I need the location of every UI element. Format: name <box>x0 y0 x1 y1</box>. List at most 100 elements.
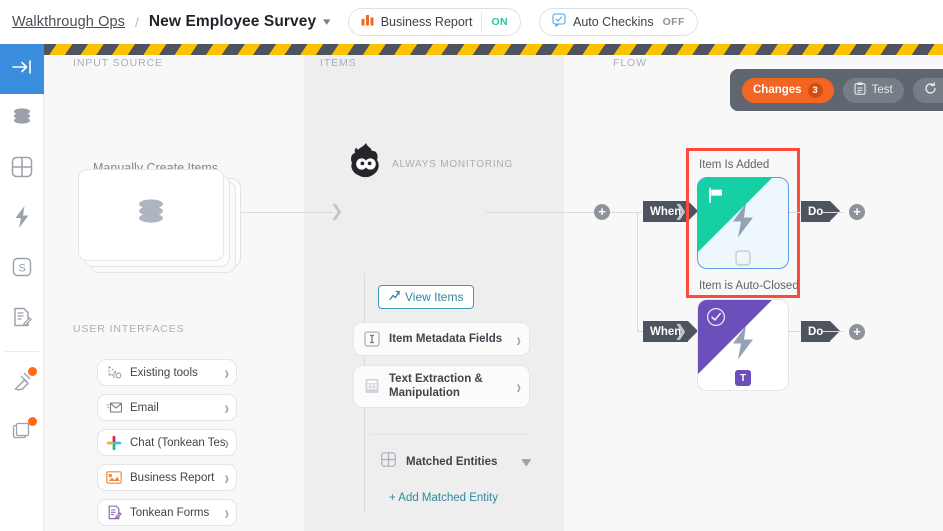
trend-line-icon <box>389 290 400 304</box>
add-action-button-1[interactable]: + <box>849 204 865 220</box>
connector-line <box>822 212 844 213</box>
ui-row-label: Email <box>130 401 159 414</box>
connector-branch-spine <box>637 212 638 332</box>
connector-line <box>241 212 333 213</box>
chevron-right-icon[interactable]: › <box>225 501 229 524</box>
bar-chart-icon <box>361 13 374 31</box>
pill-label: Business Report <box>380 15 473 29</box>
tonkean-mascot-icon <box>349 143 383 181</box>
row-label: Item Metadata Fields <box>389 332 503 345</box>
checkbox-chat-icon <box>552 12 566 32</box>
test-label: Test <box>871 84 893 96</box>
app-root: Walkthrough Ops / New Employee Survey ▾ … <box>0 0 943 531</box>
text-field-icon <box>364 331 380 347</box>
ui-row-tonkean-forms[interactable]: Tonkean Forms › <box>97 499 237 526</box>
add-action-button-2[interactable]: + <box>849 324 865 340</box>
connector-line <box>789 331 801 332</box>
status-badge: OFF <box>662 16 685 28</box>
chevron-right-icon[interactable]: › <box>517 328 521 351</box>
connector-line <box>789 212 801 213</box>
flow-card-item-is-added[interactable] <box>697 177 789 269</box>
changes-count-badge: 3 <box>807 82 823 98</box>
breadcrumb-root-link[interactable]: Walkthrough Ops <box>12 14 125 30</box>
sidebar-item-automation[interactable] <box>0 194 44 244</box>
breadcrumb: Walkthrough Ops / New Employee Survey ▾ <box>12 13 331 31</box>
matched-entities-label: Matched Entities <box>406 456 498 468</box>
clipboard-icon <box>854 82 866 98</box>
database-icon <box>133 195 169 236</box>
pill-auto-checkins[interactable]: Auto Checkins OFF <box>539 8 698 36</box>
sidebar-item-solutions[interactable]: S <box>0 244 44 294</box>
email-icon <box>106 400 122 416</box>
flag-icon <box>708 187 725 209</box>
chevron-down-icon[interactable]: ▾ <box>522 454 531 470</box>
flow-card-label-1: Item Is Added <box>699 159 770 171</box>
flow-card-item-is-auto-closed[interactable]: T <box>697 299 789 391</box>
hazard-stripe-banner <box>44 44 943 55</box>
notification-dot <box>27 367 37 376</box>
calculator-icon <box>364 378 380 394</box>
view-items-button[interactable]: View Items <box>378 285 475 309</box>
pill-business-report[interactable]: Business Report ON <box>347 8 521 36</box>
row-text-extraction[interactable]: Text Extraction & Manipulation › <box>353 365 530 408</box>
arrow-head-icon: ❯ <box>330 203 344 220</box>
refresh-icon <box>924 82 937 98</box>
tonkean-t-badge: T <box>735 370 751 386</box>
chevron-right-icon[interactable]: › <box>225 431 229 454</box>
sidebar-item-data-sources[interactable] <box>0 94 44 144</box>
chevron-down-icon[interactable]: ▾ <box>323 16 330 28</box>
row-item-metadata-fields[interactable]: Item Metadata Fields › <box>353 322 530 356</box>
sidebar-item-collapse-panel[interactable] <box>0 44 44 94</box>
status-badge: ON <box>491 16 508 28</box>
column-title-items: ITEMS <box>320 57 357 69</box>
ui-row-label: Existing tools <box>130 366 198 379</box>
bolt-icon <box>729 203 757 244</box>
flow-card-label-2: Item is Auto-Closed <box>699 280 799 292</box>
arrow-head-icon: ❯ <box>674 203 688 220</box>
always-monitoring-label: ALWAYS MONITORING <box>392 159 514 170</box>
items-stack-card[interactable] <box>78 169 236 273</box>
svg-text:S: S <box>18 262 25 274</box>
sidebar-item-grid[interactable] <box>0 144 44 194</box>
sidebar-item-library[interactable] <box>0 408 44 458</box>
report-image-icon <box>106 470 122 486</box>
user-interfaces-list: Existing tools › Email › Chat (Tonkean T… <box>97 359 237 531</box>
chevron-right-icon[interactable]: › <box>225 361 229 384</box>
test-button[interactable]: Test <box>842 77 904 103</box>
add-step-button-root[interactable]: + <box>594 204 610 220</box>
chevron-right-icon[interactable]: › <box>517 375 521 398</box>
ui-row-email[interactable]: Email › <box>97 394 237 421</box>
slack-icon <box>106 435 122 451</box>
breadcrumb-separator: / <box>134 14 139 30</box>
user-interfaces-title: USER INTERFACES <box>73 323 185 335</box>
ui-row-chat[interactable]: Chat (Tonkean Test) › <box>97 429 237 456</box>
section-divider <box>370 434 530 435</box>
matched-entities-row[interactable]: Matched Entities ▾ <box>381 452 531 472</box>
changes-label: Changes <box>753 84 802 96</box>
bolt-icon <box>12 205 32 234</box>
check-circle-icon <box>706 307 726 332</box>
sidebar-divider <box>4 351 39 352</box>
ui-row-label: Business Report <box>130 471 215 484</box>
add-matched-entity-link[interactable]: + Add Matched Entity <box>389 492 498 504</box>
pill-label: Auto Checkins <box>573 15 654 29</box>
sidebar-item-forms[interactable] <box>0 294 44 344</box>
refresh-button[interactable]: R <box>912 77 943 103</box>
changes-button[interactable]: Changes 3 <box>742 77 834 103</box>
form-pencil-icon <box>106 505 122 521</box>
chevron-right-icon[interactable]: › <box>225 396 229 419</box>
column-flow <box>564 55 943 531</box>
grid-icon <box>381 452 396 472</box>
database-icon <box>11 106 33 133</box>
form-pencil-icon <box>11 306 33 333</box>
view-items-label: View Items <box>405 290 464 304</box>
chevron-right-icon[interactable]: › <box>225 466 229 489</box>
ui-row-label: Chat (Tonkean Test) <box>130 436 225 449</box>
ui-row-business-report[interactable]: Business Report › <box>97 464 237 491</box>
ui-row-existing-tools[interactable]: Existing tools › <box>97 359 237 386</box>
column-title-flow: FLOW <box>613 57 647 69</box>
ui-row-label: Tonkean Forms <box>130 506 210 519</box>
left-icon-rail: S <box>0 44 44 531</box>
sidebar-item-connectors[interactable] <box>0 358 44 408</box>
arrow-right-bar-icon <box>11 58 33 81</box>
